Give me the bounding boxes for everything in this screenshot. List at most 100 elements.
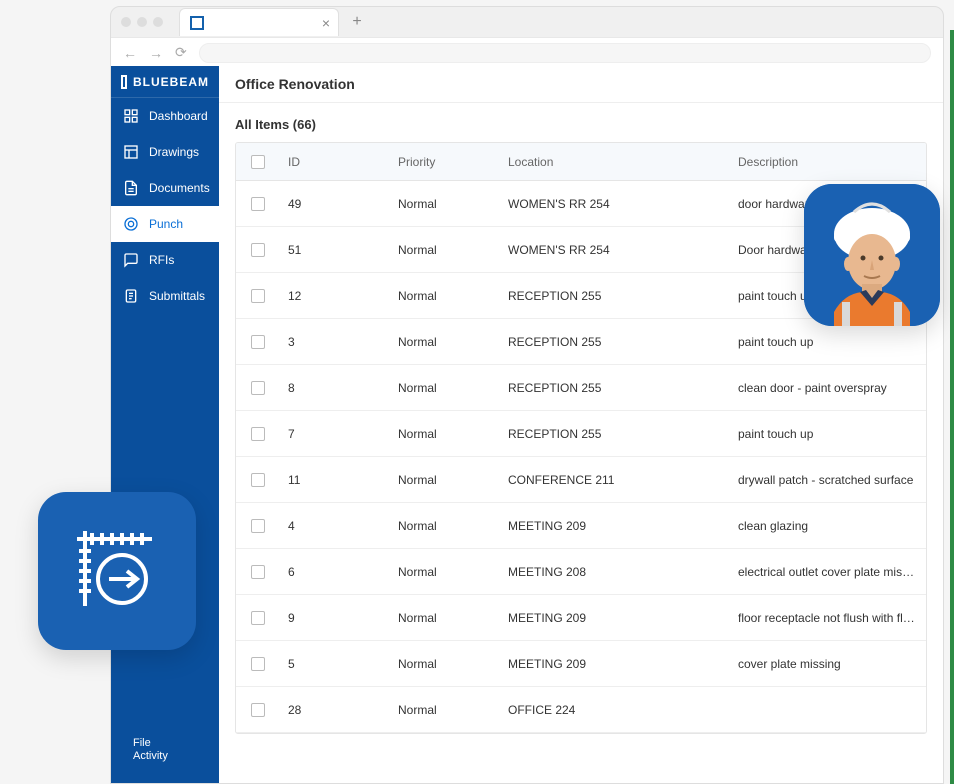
cell-description: clean door - paint overspray — [730, 381, 926, 395]
cell-priority: Normal — [390, 703, 500, 717]
cell-location: MEETING 208 — [500, 565, 730, 579]
cell-priority: Normal — [390, 335, 500, 349]
sidebar-item-documents[interactable]: Documents — [111, 170, 219, 206]
cell-id: 51 — [280, 243, 390, 257]
sidebar-item-label: Punch — [149, 217, 183, 231]
window-controls[interactable] — [121, 17, 163, 27]
sidebar-item-submittals[interactable]: Submittals — [111, 278, 219, 314]
sidebar-item-punch[interactable]: Punch — [111, 206, 219, 242]
table-row[interactable]: 5NormalMEETING 209cover plate missing — [236, 641, 926, 687]
cell-location: RECEPTION 255 — [500, 335, 730, 349]
row-checkbox[interactable] — [236, 473, 280, 487]
browser-tab[interactable]: × — [179, 8, 339, 36]
brand-logo[interactable]: BLUEBEAM — [111, 66, 219, 98]
blueprint-badge — [38, 492, 196, 650]
col-header-description[interactable]: Description — [730, 155, 926, 169]
cell-id: 8 — [280, 381, 390, 395]
cell-location: RECEPTION 255 — [500, 381, 730, 395]
cell-id: 6 — [280, 565, 390, 579]
row-checkbox[interactable] — [236, 519, 280, 533]
page-title: Office Renovation — [219, 66, 943, 103]
cell-id: 9 — [280, 611, 390, 625]
cell-location: WOMEN'S RR 254 — [500, 197, 730, 211]
table-row[interactable]: 11NormalCONFERENCE 211drywall patch - sc… — [236, 457, 926, 503]
table-row[interactable]: 4NormalMEETING 209clean glazing — [236, 503, 926, 549]
punch-icon — [123, 216, 139, 232]
row-checkbox[interactable] — [236, 289, 280, 303]
cell-description: paint touch up — [730, 427, 926, 441]
cell-location: CONFERENCE 211 — [500, 473, 730, 487]
cell-id: 7 — [280, 427, 390, 441]
sidebar-item-label: File Activity — [133, 737, 168, 763]
back-button[interactable]: ← — [123, 45, 137, 61]
cell-priority: Normal — [390, 243, 500, 257]
row-checkbox[interactable] — [236, 381, 280, 395]
browser-chrome: × + ← → ⟳ — [110, 6, 944, 66]
sidebar-item-label: Submittals — [149, 289, 205, 303]
cell-priority: Normal — [390, 381, 500, 395]
forward-button[interactable]: → — [149, 45, 163, 61]
rfis-icon — [123, 252, 139, 268]
row-checkbox[interactable] — [236, 243, 280, 257]
cell-priority: Normal — [390, 427, 500, 441]
cell-description: floor receptacle not flush with floor — [730, 611, 926, 625]
cell-priority: Normal — [390, 197, 500, 211]
table-row[interactable]: 3NormalRECEPTION 255paint touch up — [236, 319, 926, 365]
cell-id: 28 — [280, 703, 390, 717]
items-subheader: All Items (66) — [219, 103, 943, 142]
row-checkbox[interactable] — [236, 565, 280, 579]
cell-priority: Normal — [390, 519, 500, 533]
cell-id: 4 — [280, 519, 390, 533]
brand-name: BLUEBEAM — [133, 75, 209, 89]
main-content: Office Renovation All Items (66) ID Prio… — [219, 66, 943, 783]
cell-id: 12 — [280, 289, 390, 303]
favicon-icon — [190, 16, 204, 30]
sidebar-item-file-activity[interactable]: File Activity — [111, 727, 219, 783]
app-window: BLUEBEAM Dashboard Drawings Documents Pu — [110, 66, 944, 784]
cell-priority: Normal — [390, 611, 500, 625]
row-checkbox[interactable] — [236, 427, 280, 441]
submittals-icon — [123, 288, 139, 304]
sidebar-item-label: Drawings — [149, 145, 199, 159]
row-checkbox[interactable] — [236, 611, 280, 625]
close-tab-icon[interactable]: × — [322, 15, 330, 31]
tab-bar: × + — [111, 7, 943, 37]
cell-location: WOMEN'S RR 254 — [500, 243, 730, 257]
cell-description: drywall patch - scratched surface — [730, 473, 926, 487]
cell-location: MEETING 209 — [500, 519, 730, 533]
reload-button[interactable]: ⟳ — [175, 44, 187, 61]
cell-description: paint touch up — [730, 335, 926, 349]
row-checkbox[interactable] — [236, 657, 280, 671]
blueprint-icon — [67, 521, 167, 621]
table-row[interactable]: 28NormalOFFICE 224 — [236, 687, 926, 733]
worker-avatar-icon — [804, 184, 940, 326]
sidebar: BLUEBEAM Dashboard Drawings Documents Pu — [111, 66, 219, 783]
cell-priority: Normal — [390, 473, 500, 487]
cell-description: electrical outlet cover plate missing — [730, 565, 926, 579]
cell-location: OFFICE 224 — [500, 703, 730, 717]
cell-id: 49 — [280, 197, 390, 211]
row-checkbox[interactable] — [236, 197, 280, 211]
col-header-location[interactable]: Location — [500, 155, 730, 169]
cell-location: MEETING 209 — [500, 611, 730, 625]
sidebar-item-drawings[interactable]: Drawings — [111, 134, 219, 170]
drawings-icon — [123, 144, 139, 160]
table-row[interactable]: 7NormalRECEPTION 255paint touch up — [236, 411, 926, 457]
table-row[interactable]: 9NormalMEETING 209floor receptacle not f… — [236, 595, 926, 641]
new-tab-button[interactable]: + — [345, 10, 369, 34]
col-header-priority[interactable]: Priority — [390, 155, 500, 169]
cell-location: MEETING 209 — [500, 657, 730, 671]
row-checkbox[interactable] — [236, 335, 280, 349]
sidebar-item-rfis[interactable]: RFIs — [111, 242, 219, 278]
cell-id: 5 — [280, 657, 390, 671]
table-row[interactable]: 6NormalMEETING 208electrical outlet cove… — [236, 549, 926, 595]
address-bar[interactable] — [199, 43, 931, 63]
sidebar-item-label: Documents — [149, 181, 210, 195]
select-all-checkbox[interactable] — [236, 155, 280, 169]
cell-id: 11 — [280, 473, 390, 487]
table-row[interactable]: 8NormalRECEPTION 255clean door - paint o… — [236, 365, 926, 411]
cell-priority: Normal — [390, 565, 500, 579]
sidebar-item-dashboard[interactable]: Dashboard — [111, 98, 219, 134]
row-checkbox[interactable] — [236, 703, 280, 717]
col-header-id[interactable]: ID — [280, 155, 390, 169]
